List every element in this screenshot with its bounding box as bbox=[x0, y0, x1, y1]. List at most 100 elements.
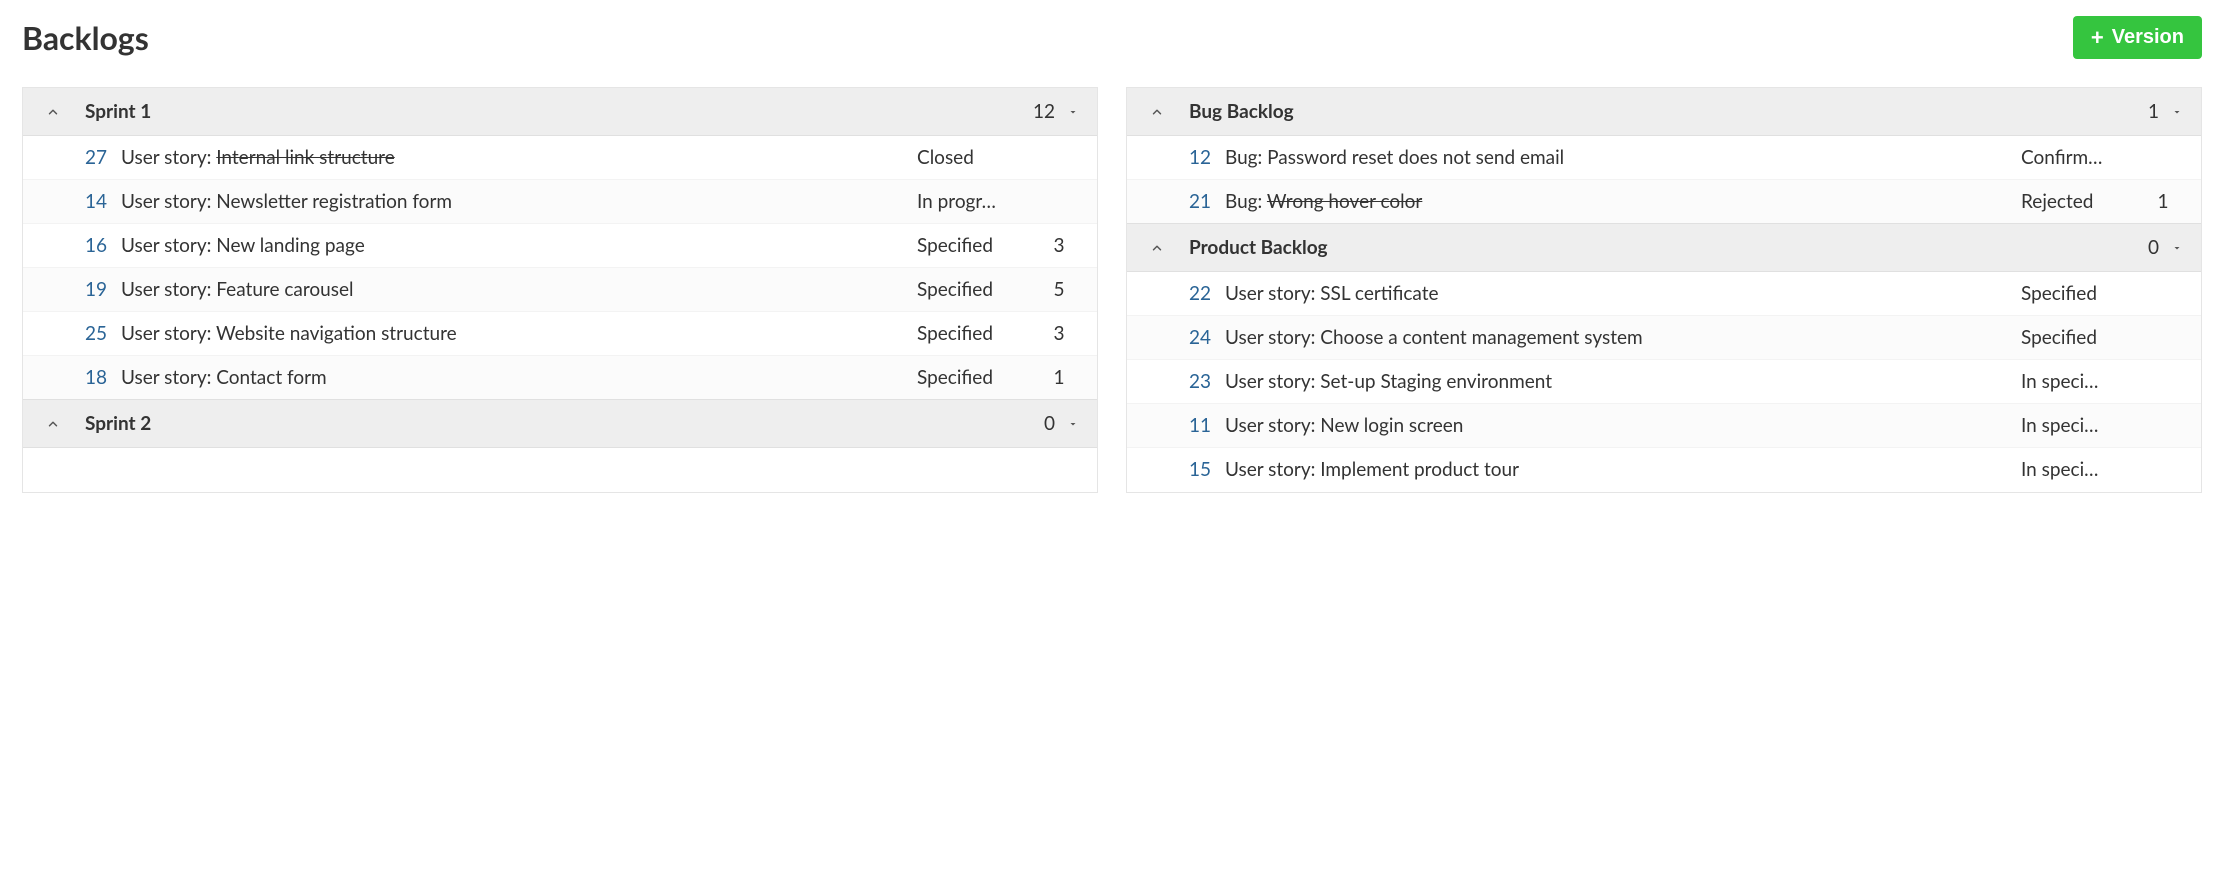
row-subject: User story: Implement product tour bbox=[1225, 458, 2021, 481]
row-subject: User story: Feature carousel bbox=[121, 278, 917, 301]
group-name: Sprint 1 bbox=[85, 100, 1033, 123]
row-points: 3 bbox=[1037, 234, 1081, 257]
row-title: Choose a content management system bbox=[1320, 326, 1642, 349]
row-subject: User story: Contact form bbox=[121, 366, 917, 389]
row-type-prefix: User story: bbox=[121, 278, 216, 301]
row-id-link[interactable]: 27 bbox=[39, 146, 121, 169]
row-status: Specified bbox=[2021, 326, 2141, 349]
table-row[interactable]: 12Bug: Password reset does not send emai… bbox=[1127, 136, 2201, 180]
row-title: Contact form bbox=[216, 366, 326, 389]
row-type-prefix: User story: bbox=[121, 322, 216, 345]
row-subject: User story: SSL certificate bbox=[1225, 282, 2021, 305]
row-title: Website navigation structure bbox=[216, 322, 457, 345]
row-status: Closed bbox=[917, 146, 1037, 169]
row-id-link[interactable]: 14 bbox=[39, 190, 121, 213]
row-type-prefix: User story: bbox=[1225, 458, 1320, 481]
row-title: Newsletter registration form bbox=[216, 190, 452, 213]
collapse-icon[interactable] bbox=[1143, 241, 1171, 255]
row-id-link[interactable]: 25 bbox=[39, 322, 121, 345]
group-header[interactable]: Bug Backlog1 bbox=[1127, 88, 2201, 136]
row-type-prefix: User story: bbox=[1225, 282, 1320, 305]
row-status: In speci… bbox=[2021, 458, 2141, 481]
table-row[interactable]: 16User story: New landing pageSpecified3 bbox=[23, 224, 1097, 268]
row-id-link[interactable]: 16 bbox=[39, 234, 121, 257]
row-id-link[interactable]: 12 bbox=[1143, 146, 1225, 169]
row-id-link[interactable]: 18 bbox=[39, 366, 121, 389]
right-column: Bug Backlog112Bug: Password reset does n… bbox=[1126, 87, 2202, 493]
collapse-icon[interactable] bbox=[39, 417, 67, 431]
table-row[interactable]: 11User story: New login screenIn speci… bbox=[1127, 404, 2201, 448]
row-status: Specified bbox=[917, 234, 1037, 257]
row-subject: Bug: Wrong hover color bbox=[1225, 190, 2021, 213]
group-menu-icon[interactable] bbox=[1065, 106, 1081, 118]
table-row[interactable]: 25User story: Website navigation structu… bbox=[23, 312, 1097, 356]
row-type-prefix: Bug: bbox=[1225, 146, 1267, 169]
table-row[interactable]: 15User story: Implement product tourIn s… bbox=[1127, 448, 2201, 491]
group-menu-icon[interactable] bbox=[1065, 418, 1081, 430]
table-row[interactable]: 23User story: Set-up Staging environment… bbox=[1127, 360, 2201, 404]
table-row[interactable]: 21Bug: Wrong hover colorRejected1 bbox=[1127, 180, 2201, 223]
group-rows: 12Bug: Password reset does not send emai… bbox=[1127, 136, 2201, 223]
table-row[interactable]: 27User story: Internal link structureClo… bbox=[23, 136, 1097, 180]
row-title: Feature carousel bbox=[216, 278, 353, 301]
row-id-link[interactable]: 24 bbox=[1143, 326, 1225, 349]
add-version-button[interactable]: + Version bbox=[2073, 16, 2202, 59]
row-status: Specified bbox=[917, 366, 1037, 389]
group-header[interactable]: Sprint 112 bbox=[23, 88, 1097, 136]
row-id-link[interactable]: 15 bbox=[1143, 458, 1225, 481]
group-rows: 22User story: SSL certificateSpecified24… bbox=[1127, 272, 2201, 491]
row-title: Password reset does not send email bbox=[1267, 146, 1564, 169]
row-subject: User story: Website navigation structure bbox=[121, 322, 917, 345]
row-subject: User story: New landing page bbox=[121, 234, 917, 257]
empty-drop-area[interactable] bbox=[23, 448, 1097, 492]
collapse-icon[interactable] bbox=[1143, 105, 1171, 119]
plus-icon: + bbox=[2091, 27, 2104, 49]
group-menu-icon[interactable] bbox=[2169, 242, 2185, 254]
row-status: Specified bbox=[2021, 282, 2141, 305]
left-column: Sprint 11227User story: Internal link st… bbox=[22, 87, 1098, 493]
row-subject: User story: Newsletter registration form bbox=[121, 190, 917, 213]
row-status: Specified bbox=[917, 322, 1037, 345]
table-row[interactable]: 18User story: Contact formSpecified1 bbox=[23, 356, 1097, 399]
row-title: New login screen bbox=[1320, 414, 1463, 437]
row-title: SSL certificate bbox=[1320, 282, 1438, 305]
row-points: 1 bbox=[1037, 366, 1081, 389]
row-status: Rejected bbox=[2021, 190, 2141, 213]
group-name: Bug Backlog bbox=[1189, 100, 2148, 123]
table-row[interactable]: 14User story: Newsletter registration fo… bbox=[23, 180, 1097, 224]
group-rows bbox=[23, 448, 1097, 492]
row-status: Specified bbox=[917, 278, 1037, 301]
table-row[interactable]: 22User story: SSL certificateSpecified bbox=[1127, 272, 2201, 316]
group-rows: 27User story: Internal link structureClo… bbox=[23, 136, 1097, 399]
row-id-link[interactable]: 22 bbox=[1143, 282, 1225, 305]
row-type-prefix: User story: bbox=[1225, 326, 1320, 349]
group-menu-icon[interactable] bbox=[2169, 106, 2185, 118]
row-type-prefix: User story: bbox=[1225, 414, 1320, 437]
table-row[interactable]: 19User story: Feature carouselSpecified5 bbox=[23, 268, 1097, 312]
row-status: In speci… bbox=[2021, 370, 2141, 393]
table-row[interactable]: 24User story: Choose a content managemen… bbox=[1127, 316, 2201, 360]
row-subject: User story: Internal link structure bbox=[121, 146, 917, 169]
row-type-prefix: User story: bbox=[121, 146, 216, 169]
row-id-link[interactable]: 19 bbox=[39, 278, 121, 301]
row-subject: User story: New login screen bbox=[1225, 414, 2021, 437]
group-count: 12 bbox=[1033, 100, 1055, 123]
row-title: Internal link structure bbox=[216, 146, 395, 169]
row-id-link[interactable]: 21 bbox=[1143, 190, 1225, 213]
row-status: Confirm… bbox=[2021, 146, 2141, 169]
collapse-icon[interactable] bbox=[39, 105, 67, 119]
row-subject: Bug: Password reset does not send email bbox=[1225, 146, 2021, 169]
row-type-prefix: User story: bbox=[121, 190, 216, 213]
group-count: 1 bbox=[2148, 100, 2159, 123]
row-id-link[interactable]: 11 bbox=[1143, 414, 1225, 437]
group-count: 0 bbox=[2148, 236, 2159, 259]
group-header[interactable]: Sprint 20 bbox=[23, 399, 1097, 448]
row-id-link[interactable]: 23 bbox=[1143, 370, 1225, 393]
row-subject: User story: Choose a content management … bbox=[1225, 326, 2021, 349]
row-title: Set-up Staging environment bbox=[1320, 370, 1552, 393]
row-subject: User story: Set-up Staging environment bbox=[1225, 370, 2021, 393]
row-status: In progr… bbox=[917, 190, 1037, 213]
row-type-prefix: User story: bbox=[1225, 370, 1320, 393]
row-type-prefix: User story: bbox=[121, 234, 216, 257]
group-header[interactable]: Product Backlog0 bbox=[1127, 223, 2201, 272]
